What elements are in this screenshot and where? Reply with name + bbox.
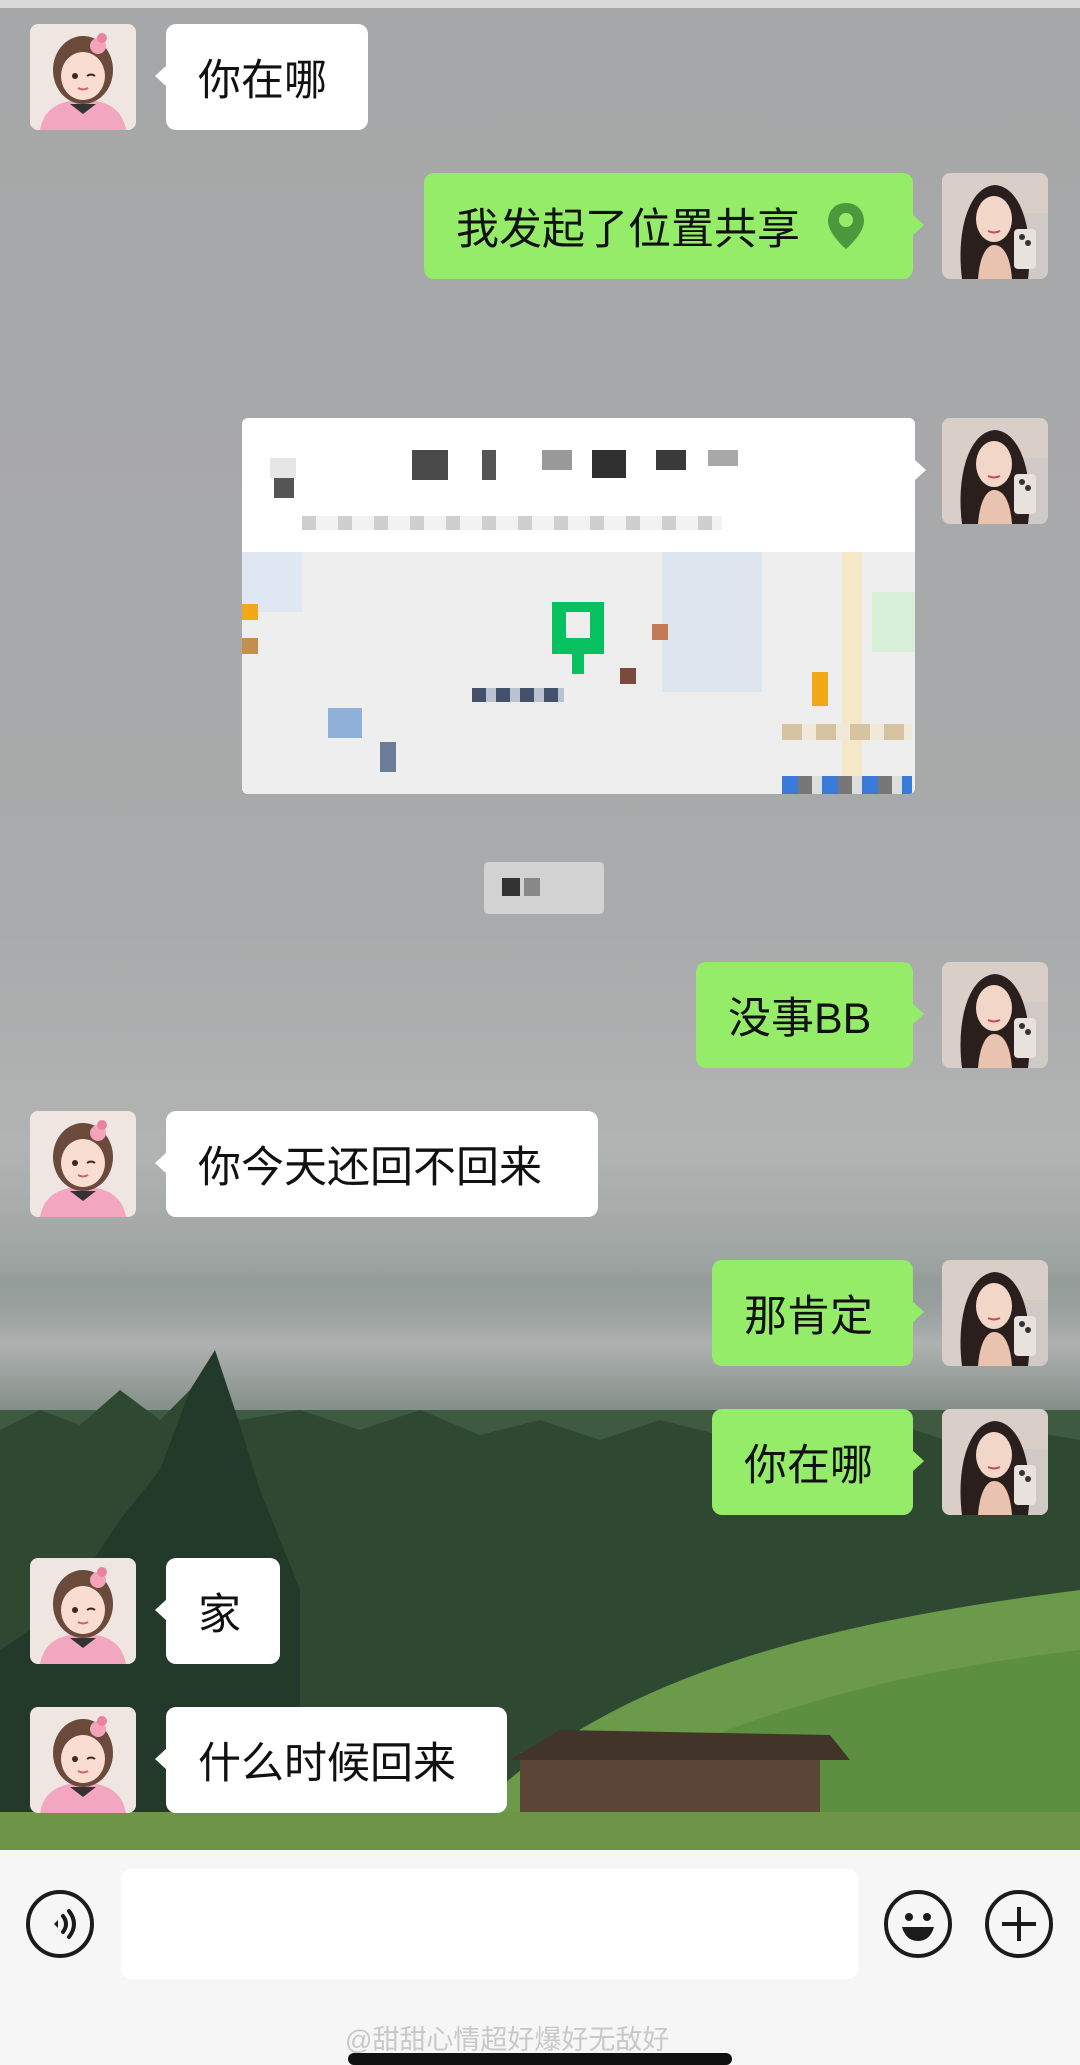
blurred-address <box>302 516 722 530</box>
my-avatar[interactable] <box>942 418 1048 524</box>
blurred-text <box>592 450 626 478</box>
location-card[interactable] <box>242 418 915 794</box>
incoming-message-bubble[interactable]: 家 <box>155 1558 280 1664</box>
incoming-message-bubble[interactable]: 你在哪 <box>155 24 368 130</box>
my-avatar[interactable] <box>942 962 1048 1068</box>
blurred-text <box>542 450 572 470</box>
contact-avatar[interactable] <box>30 1707 136 1813</box>
smiley-face-icon[interactable] <box>884 1890 952 1958</box>
message-text: 那肯定 <box>744 1293 873 1341</box>
status-strip <box>0 0 1080 8</box>
message-input[interactable] <box>121 1869 858 1979</box>
outgoing-message-bubble[interactable]: 我发起了位置共享 <box>424 173 924 279</box>
blurred-text <box>656 450 686 470</box>
home-indicator[interactable] <box>348 2053 732 2065</box>
my-avatar[interactable] <box>942 1409 1048 1515</box>
card-pointer <box>914 459 926 481</box>
map-pin-icon <box>552 602 604 674</box>
blurred-text <box>412 450 448 480</box>
message-text: 什么时候回来 <box>198 1740 456 1788</box>
my-avatar[interactable] <box>942 1260 1048 1366</box>
message-text: 没事BB <box>728 995 872 1043</box>
message-text: 我发起了位置共享 <box>456 206 800 254</box>
contact-avatar[interactable] <box>30 1111 136 1217</box>
voice-wave-icon[interactable] <box>26 1890 94 1958</box>
watermark-text: @甜甜心情超好爆好无敌好 <box>345 2025 670 2055</box>
plus-icon[interactable] <box>985 1890 1053 1958</box>
blurred-text <box>482 450 496 480</box>
blurred-text <box>270 458 296 478</box>
my-avatar[interactable] <box>942 173 1048 279</box>
blurred-text <box>708 450 738 466</box>
contact-avatar[interactable] <box>30 24 136 130</box>
outgoing-message-bubble[interactable]: 没事BB <box>696 962 924 1068</box>
incoming-message-bubble[interactable]: 什么时候回来 <box>155 1707 507 1813</box>
outgoing-message-bubble[interactable]: 那肯定 <box>712 1260 924 1366</box>
map-thumbnail[interactable] <box>242 552 915 794</box>
blurred-text <box>274 478 294 498</box>
message-text: 你今天还回不回来 <box>198 1144 542 1192</box>
message-text: 你在哪 <box>198 57 327 105</box>
blurred-system-message <box>484 862 604 914</box>
contact-avatar[interactable] <box>30 1558 136 1664</box>
incoming-message-bubble[interactable]: 你今天还回不回来 <box>155 1111 598 1217</box>
location-pin-icon <box>826 201 866 251</box>
message-text: 你在哪 <box>744 1442 873 1490</box>
message-text: 家 <box>198 1591 241 1639</box>
outgoing-message-bubble[interactable]: 你在哪 <box>712 1409 924 1515</box>
